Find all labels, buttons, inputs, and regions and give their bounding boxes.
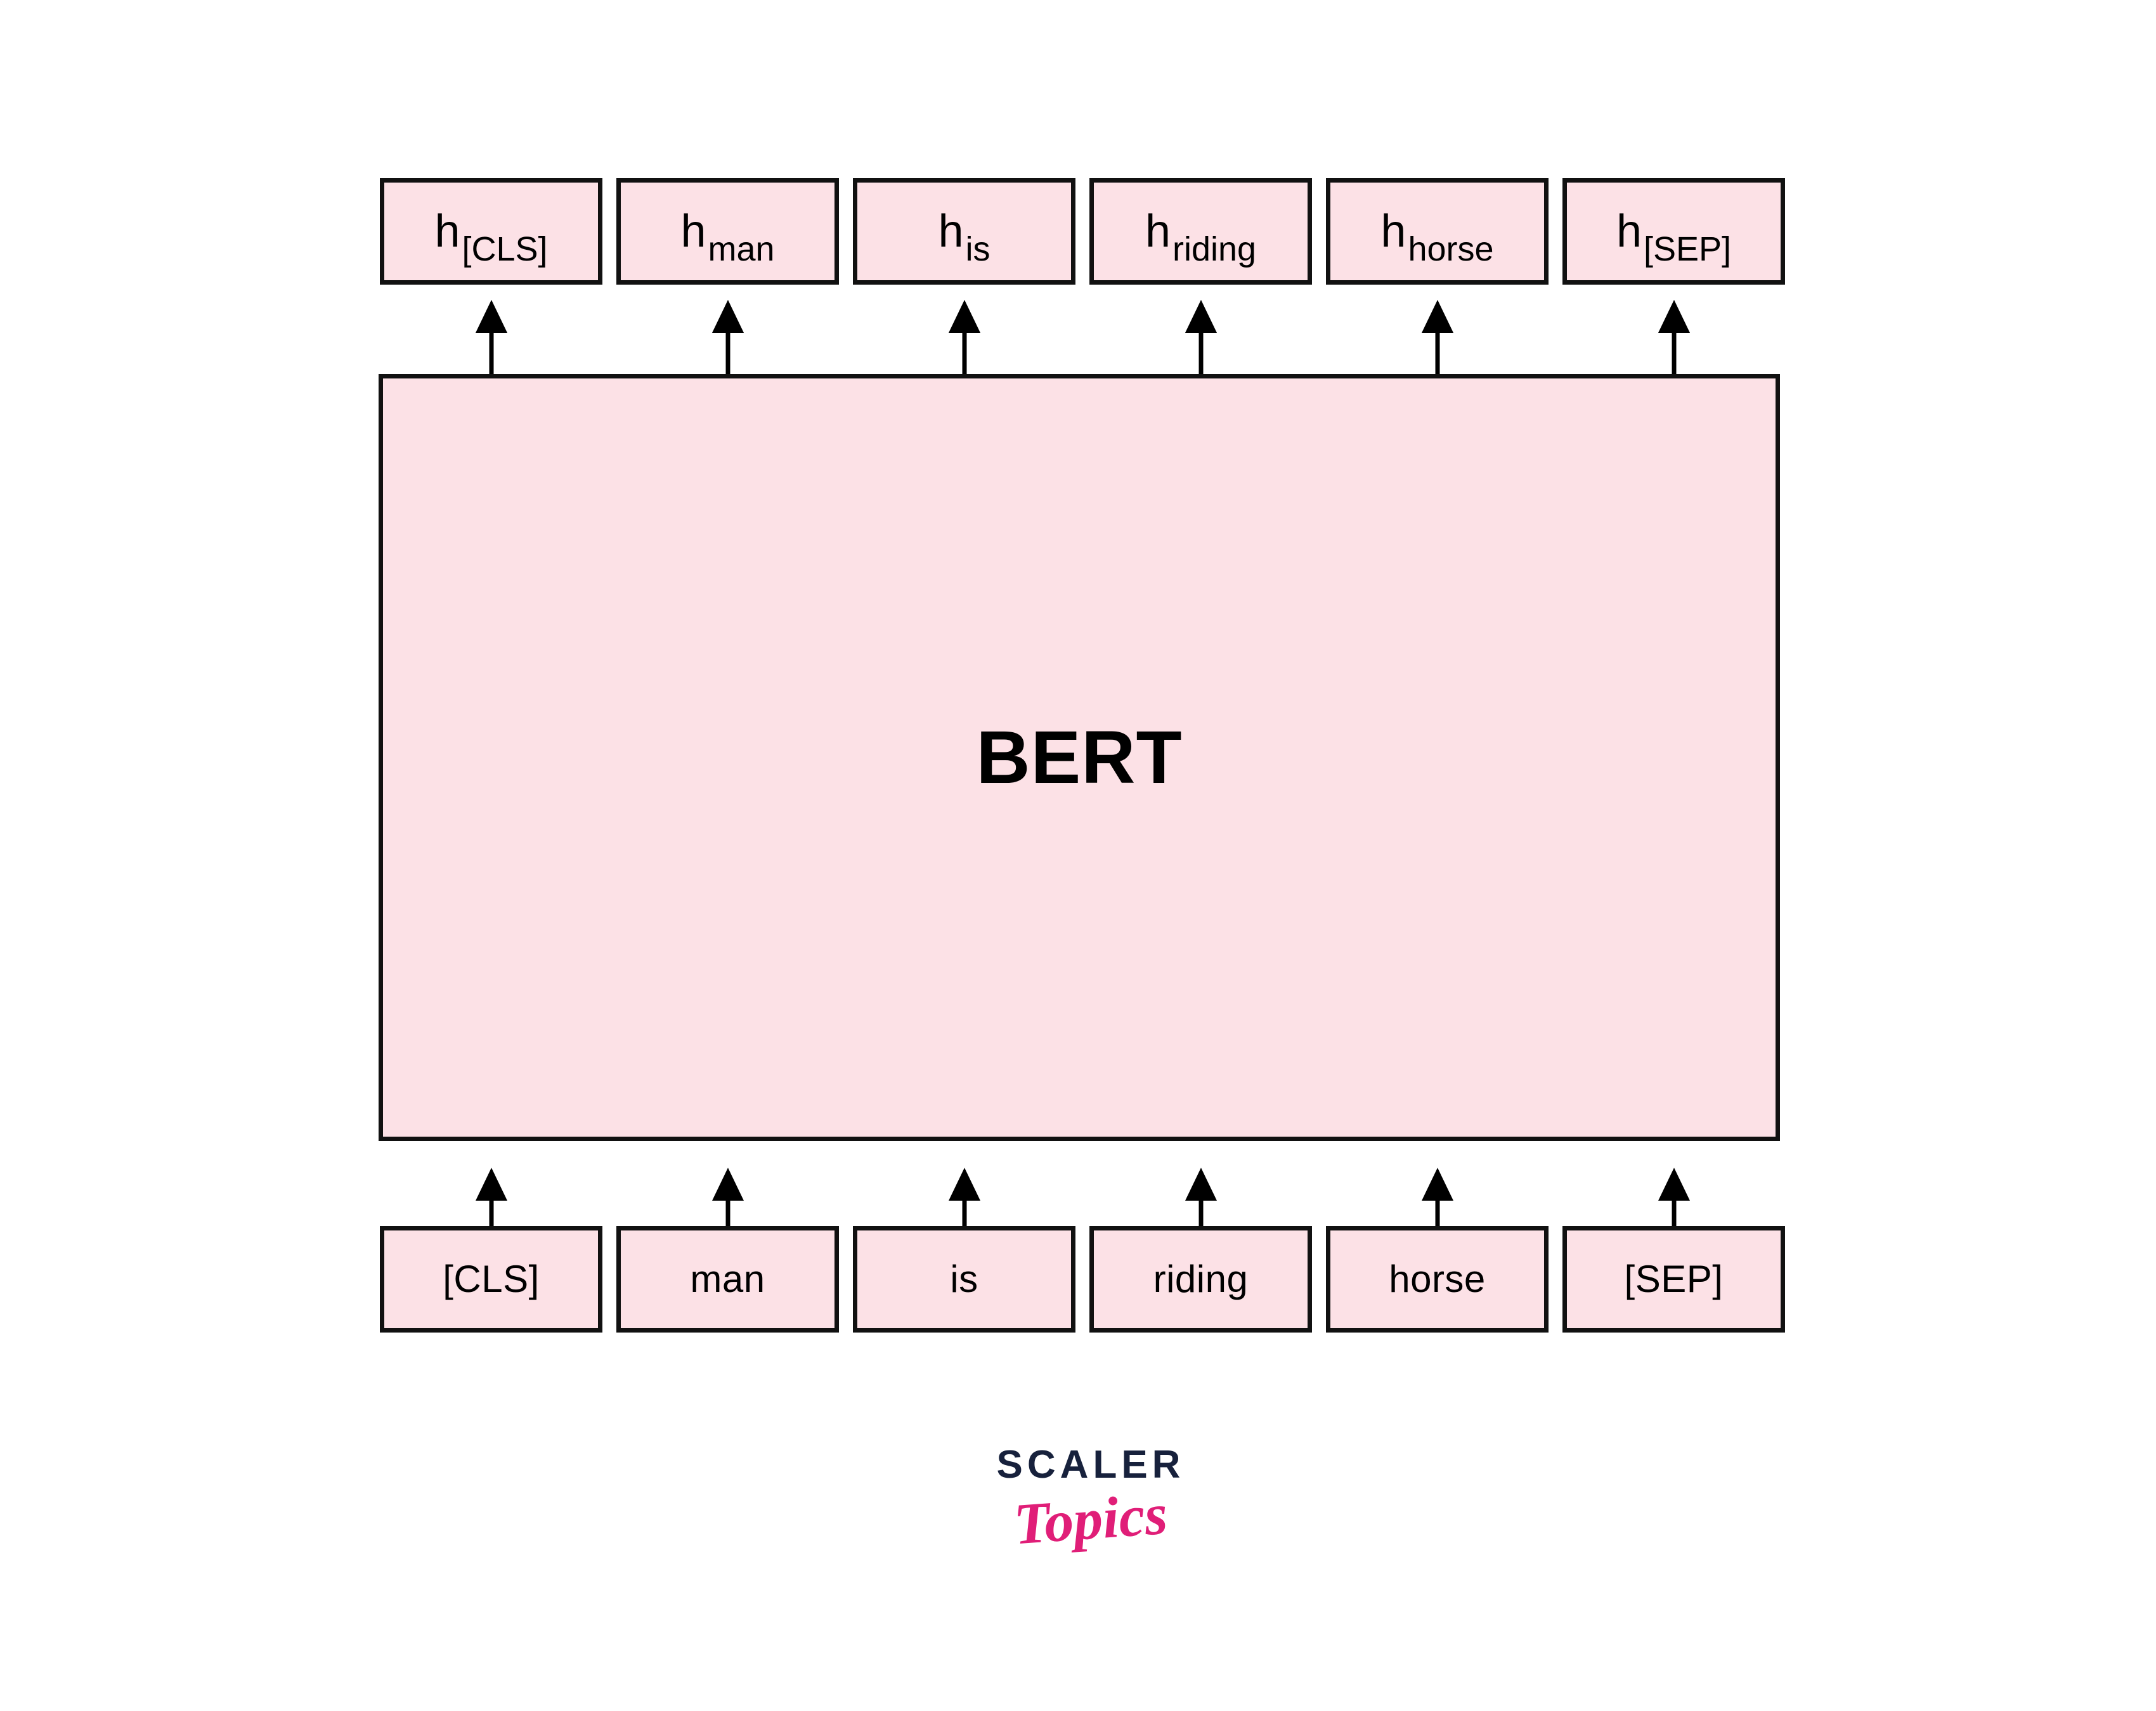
input-label-horse: horse	[1389, 1258, 1486, 1300]
output-subscript-man: man	[708, 230, 775, 268]
arrow-input-to-bert-sep	[1658, 1168, 1691, 1234]
output-label-riding: h riding	[1145, 206, 1256, 266]
output-label-horse: h horse	[1380, 206, 1493, 266]
output-base-sep: h	[1616, 206, 1642, 257]
arrow-shaft	[1672, 328, 1677, 376]
input-label-cls: [CLS]	[443, 1258, 540, 1300]
arrow-bert-to-output-man	[711, 300, 744, 376]
output-subscript-sep: [SEP]	[1643, 230, 1732, 268]
arrow-shaft	[489, 328, 494, 376]
arrow-shaft	[725, 328, 731, 376]
arrow-input-to-bert-cls	[475, 1168, 508, 1234]
output-label-is: h is	[938, 206, 990, 266]
output-label-man: h man	[680, 206, 774, 266]
diagram-canvas: h [CLS] h man h is h riding h horse h [SE	[0, 0, 2156, 1711]
output-label-sep: h [SEP]	[1616, 206, 1731, 266]
input-box-horse[interactable]: horse	[1326, 1226, 1549, 1333]
output-base-horse: h	[1380, 206, 1406, 257]
output-box-horse[interactable]: h horse	[1326, 178, 1549, 285]
input-label-is: is	[950, 1258, 978, 1300]
input-box-sep[interactable]: [SEP]	[1562, 1226, 1785, 1333]
output-base-is: h	[938, 206, 964, 257]
arrow-shaft	[1198, 328, 1204, 376]
output-subscript-cls: [CLS]	[462, 230, 548, 268]
arrow-bert-to-output-sep	[1658, 300, 1691, 376]
input-box-man[interactable]: man	[616, 1226, 839, 1333]
arrow-bert-to-output-is	[948, 300, 981, 376]
arrow-bert-to-output-riding	[1185, 300, 1218, 376]
arrow-bert-to-output-horse	[1421, 300, 1454, 376]
input-box-cls[interactable]: [CLS]	[380, 1226, 602, 1333]
output-subscript-riding: riding	[1172, 230, 1257, 268]
input-box-riding[interactable]: riding	[1089, 1226, 1312, 1333]
input-box-is[interactable]: is	[853, 1226, 1075, 1333]
output-base-man: h	[680, 206, 706, 257]
arrow-input-to-bert-horse	[1421, 1168, 1454, 1234]
output-label-cls: h [CLS]	[434, 206, 547, 266]
output-box-is[interactable]: h is	[853, 178, 1075, 285]
bert-model-block[interactable]: BERT	[379, 374, 1780, 1141]
scaler-topics-logo: SCALER Topics	[970, 1443, 1211, 1557]
output-box-sep[interactable]: h [SEP]	[1562, 178, 1785, 285]
arrow-input-to-bert-man	[711, 1168, 744, 1234]
input-label-sep: [SEP]	[1624, 1258, 1724, 1300]
output-base-cls: h	[434, 206, 460, 257]
logo-topics-wordmark: Topics	[1011, 1481, 1170, 1557]
arrow-bert-to-output-cls	[475, 300, 508, 376]
output-box-cls[interactable]: h [CLS]	[380, 178, 602, 285]
arrow-shaft	[1435, 328, 1440, 376]
input-label-man: man	[690, 1258, 765, 1300]
input-label-riding: riding	[1153, 1258, 1249, 1300]
output-base-riding: h	[1145, 206, 1171, 257]
output-box-riding[interactable]: h riding	[1089, 178, 1312, 285]
output-subscript-is: is	[965, 230, 990, 268]
arrow-shaft	[962, 328, 967, 376]
arrow-input-to-bert-is	[948, 1168, 981, 1234]
output-subscript-horse: horse	[1408, 230, 1494, 268]
logo-scaler-wordmark: SCALER	[996, 1443, 1185, 1487]
arrow-input-to-bert-riding	[1185, 1168, 1218, 1234]
bert-model-label: BERT	[976, 716, 1183, 799]
output-box-man[interactable]: h man	[616, 178, 839, 285]
